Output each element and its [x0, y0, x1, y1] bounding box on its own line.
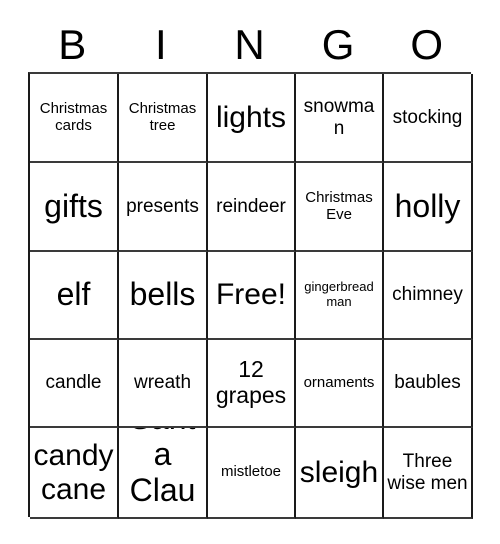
bingo-cell[interactable]: Christmas cards [30, 74, 119, 163]
bingo-cell-label: Christmas cards [39, 99, 108, 134]
bingo-cell[interactable]: presents [119, 163, 208, 252]
bingo-cell-label: stocking [392, 106, 463, 128]
bingo-cell[interactable]: stocking [384, 74, 473, 163]
bingo-cell-label: Santa Claus [129, 428, 196, 517]
bingo-cell-label: reindeer [216, 195, 286, 217]
bingo-cell[interactable]: ornaments [296, 340, 384, 428]
bingo-header-letter-n: N [234, 21, 265, 68]
bingo-cell[interactable]: sleigh [296, 428, 384, 519]
bingo-header-letter-b: B [58, 21, 87, 68]
bingo-cell-label: Christmas Eve [305, 188, 373, 223]
bingo-cell[interactable]: Three wise men [384, 428, 473, 519]
bingo-cell-label: wreath [133, 372, 192, 394]
bingo-cell[interactable]: gingerbread man [296, 252, 384, 340]
bingo-cell-label: gifts [44, 187, 103, 224]
bingo-cell[interactable]: wreath [119, 340, 208, 428]
bingo-cell-label: ornaments [303, 373, 375, 391]
bingo-cell[interactable]: 12 grapes [208, 340, 296, 428]
bingo-card: B I N G O Christmas cards Christmas tree light… [0, 0, 500, 544]
bingo-cell-label: elf [56, 276, 91, 313]
bingo-cell[interactable]: candy cane [30, 428, 119, 519]
bingo-cell[interactable]: chimney [384, 252, 473, 340]
bingo-cell[interactable]: holly [384, 163, 473, 252]
bingo-cell-free-space[interactable]: Free! [208, 252, 296, 340]
bingo-cell-label: bells [129, 276, 196, 313]
bingo-cell[interactable]: bells [119, 252, 208, 340]
bingo-cell[interactable]: lights [208, 74, 296, 163]
bingo-cell-label: Three wise men [387, 451, 468, 494]
bingo-cell-label: lights [215, 100, 287, 134]
bingo-cell-label: holly [394, 187, 461, 224]
bingo-cell-label: Free! [215, 278, 287, 312]
bingo-cell[interactable]: elf [30, 252, 119, 340]
bingo-cell-label: presents [126, 195, 199, 217]
bingo-header-letter-i: I [155, 21, 167, 68]
bingo-cell-label: chimney [392, 284, 463, 306]
bingo-cell[interactable]: Christmas Eve [296, 163, 384, 252]
bingo-cell-label: gingerbread man [304, 279, 374, 309]
bingo-header-row: BINGO [28, 18, 471, 72]
bingo-cell[interactable]: gifts [30, 163, 119, 252]
bingo-cell-label: candle [45, 372, 102, 394]
bingo-cell[interactable]: mistletoe [208, 428, 296, 519]
bingo-cell-label: snowman [303, 96, 375, 139]
bingo-cell[interactable]: candle [30, 340, 119, 428]
bingo-cell-label: sleigh [299, 455, 379, 489]
bingo-cell[interactable]: Christmas tree [119, 74, 208, 163]
bingo-cell[interactable]: baubles [384, 340, 473, 428]
bingo-grid: Christmas cards Christmas tree lights snowm… [28, 72, 473, 519]
bingo-cell-label: baubles [394, 372, 461, 394]
bingo-cell[interactable]: reindeer [208, 163, 296, 252]
bingo-header-letter-g: G [321, 21, 355, 68]
bingo-cell-label: mistletoe [220, 463, 282, 481]
bingo-cell-label: 12 grapes [215, 356, 287, 408]
bingo-header-letter-o: O [410, 21, 443, 68]
bingo-cell[interactable]: Santa Claus [119, 428, 208, 519]
bingo-cell-label: candy cane [33, 438, 114, 506]
bingo-cell-label: Christmas tree [128, 99, 197, 134]
bingo-cell[interactable]: snowman [296, 74, 384, 163]
